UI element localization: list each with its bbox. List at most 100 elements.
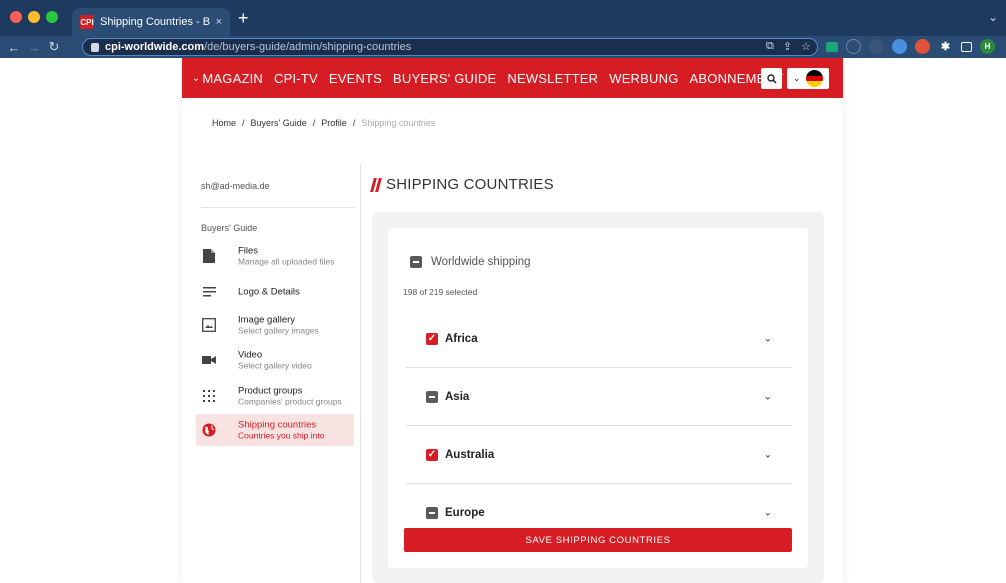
browser-tab[interactable]: CPI Shipping Countries - Buyers G × (72, 8, 230, 36)
page-heading: SHIPPING COUNTRIES (370, 176, 554, 193)
sidebar-item-title: Product groups (238, 385, 303, 397)
extension-green-icon[interactable] (826, 41, 838, 52)
german-flag-icon (805, 70, 823, 87)
save-shipping-countries-button[interactable]: SAVE SHIPPING COUNTRIES (404, 528, 792, 552)
brand-stripes-icon (370, 177, 382, 192)
vertical-divider (360, 164, 361, 583)
maximize-window-button[interactable] (46, 11, 58, 23)
nav-item-werbung[interactable]: WERBUNG (609, 71, 678, 86)
nav-item-cpi-tv[interactable]: CPI-TV (274, 71, 318, 86)
minimize-window-button[interactable] (28, 11, 40, 23)
sidebar-divider (201, 207, 355, 208)
indeterminate-checkbox-icon (410, 256, 422, 268)
indeterminate-checkbox-icon[interactable] (426, 390, 438, 403)
breadcrumb-profile[interactable]: Profile (321, 118, 347, 128)
chevron-down-icon[interactable]: ⌄ (764, 507, 772, 518)
breadcrumb-current: Shipping countries (361, 118, 436, 128)
nav-item-magazin[interactable]: MAGAZIN (202, 71, 263, 86)
new-tab-button[interactable]: + (238, 9, 249, 27)
worldwide-shipping-label: Worldwide shipping (431, 256, 531, 268)
sidebar-item-title: Files (238, 245, 259, 257)
breadcrumb-buyers-guide[interactable]: Buyers' Guide (251, 118, 307, 128)
translate-icon[interactable]: ⧉ (766, 40, 774, 53)
chevron-down-icon[interactable]: ⌄ (764, 449, 772, 460)
indeterminate-checkbox-icon[interactable] (426, 506, 438, 519)
grid-icon (202, 389, 216, 403)
puzzle-icon[interactable]: ✱ (938, 39, 953, 54)
worldwide-shipping-checkbox[interactable]: Worldwide shipping (410, 256, 531, 268)
chevron-down-icon[interactable]: ⌄ (764, 333, 772, 344)
sidebar-item-files[interactable]: Files Manage all uploaded files (196, 240, 354, 272)
chevron-down-icon[interactable]: ⌄ (764, 391, 772, 402)
region-label: Africa (445, 332, 478, 345)
text-lines-icon (202, 285, 216, 299)
region-australia[interactable]: ✓ Australia ⌄ (406, 426, 792, 484)
site-container: ⌄ MAGAZIN CPI-TV EVENTS BUYERS' GUIDE NE… (182, 58, 843, 583)
tab-menu-icon[interactable]: ⌄ (988, 10, 998, 24)
sidebar-item-video[interactable]: Video Select gallery video (196, 344, 354, 376)
back-button[interactable]: ← (4, 40, 24, 55)
forward-button[interactable]: → (24, 40, 44, 55)
nav-item-buyers-guide[interactable]: BUYERS' GUIDE (393, 71, 496, 86)
language-selector[interactable]: ⌄ (787, 68, 829, 89)
tab-title: Shipping Countries - Buyers G (100, 16, 210, 28)
region-label: Australia (445, 448, 495, 461)
url-path: /de/buyers-guide/admin/shipping-countrie… (204, 41, 412, 53)
nav-item-events[interactable]: EVENTS (329, 71, 382, 86)
region-label: Europe (445, 506, 485, 519)
region-asia[interactable]: Asia ⌄ (406, 368, 792, 426)
sidebar-item-subtitle: Countries you ship into (238, 430, 325, 441)
cpi-favicon-icon: CPI (80, 15, 94, 29)
browser-toolbar: ← → ↻ cpi-worldwide.com/de/buyers-guide/… (0, 36, 1006, 58)
extension-outline-icon[interactable] (846, 39, 861, 54)
sidebar-item-shipping-countries[interactable]: Shipping countries Countries you ship in… (196, 414, 354, 446)
sidebar-item-subtitle: Companies' product groups (238, 396, 342, 407)
breadcrumb-home[interactable]: Home (212, 118, 236, 128)
sidebar-item-title: Shipping countries (238, 419, 317, 431)
selected-count: 198 of 219 selected (403, 287, 478, 297)
bookmark-star-icon[interactable]: ☆ (801, 40, 811, 53)
address-bar[interactable]: cpi-worldwide.com/de/buyers-guide/admin/… (82, 38, 818, 56)
video-camera-icon (202, 353, 216, 367)
lock-icon (91, 42, 99, 52)
url-host: cpi-worldwide.com (105, 41, 205, 53)
image-icon (202, 318, 216, 332)
close-tab-icon[interactable]: × (216, 16, 222, 28)
sidebar-heading: Buyers' Guide (201, 223, 258, 233)
checked-checkbox-icon[interactable]: ✓ (426, 448, 438, 461)
region-label: Asia (445, 390, 470, 403)
shipping-card: Worldwide shipping 198 of 219 selected ✓… (388, 228, 808, 568)
extension-dark-icon[interactable] (869, 39, 884, 54)
breadcrumb-separator: / (352, 118, 356, 128)
page-title: SHIPPING COUNTRIES (386, 176, 554, 193)
sidebar-item-product-groups[interactable]: Product groups Companies' product groups (196, 380, 354, 412)
nav-item-newsletter[interactable]: NEWSLETTER (507, 71, 598, 86)
sidebar-item-subtitle: Select gallery images (238, 325, 319, 336)
globe-icon (202, 423, 216, 437)
chevron-down-icon: ⌄ (793, 73, 801, 83)
chevron-down-icon[interactable]: ⌄ (192, 73, 200, 84)
breadcrumb-separator: / (242, 118, 245, 128)
extension-blue-icon[interactable] (892, 39, 907, 54)
breadcrumb-separator: / (312, 118, 316, 128)
sidebar-item-title: Image gallery (238, 314, 296, 326)
sidebar-toggle-icon[interactable] (961, 41, 972, 52)
sidebar-item-title: Logo & Details (238, 286, 300, 298)
checked-checkbox-icon[interactable]: ✓ (426, 332, 438, 345)
sidebar-item-subtitle: Select gallery video (238, 360, 312, 371)
reload-button[interactable]: ↻ (44, 39, 64, 55)
user-email: sh@ad-media.de (201, 181, 270, 191)
extension-red-icon[interactable] (915, 39, 930, 54)
sidebar-item-logo-details[interactable]: Logo & Details (196, 276, 354, 308)
site-navigation: ⌄ MAGAZIN CPI-TV EVENTS BUYERS' GUIDE NE… (182, 58, 843, 98)
share-icon[interactable]: ⇪ (783, 40, 792, 53)
sidebar-item-title: Video (238, 349, 263, 361)
profile-avatar[interactable]: H (980, 39, 995, 54)
sidebar-item-image-gallery[interactable]: Image gallery Select gallery images (196, 309, 354, 341)
search-button[interactable] (761, 68, 782, 89)
browser-tab-bar: CPI Shipping Countries - Buyers G × + ⌄ (0, 0, 1006, 36)
file-icon (202, 249, 216, 263)
close-window-button[interactable] (10, 11, 22, 23)
region-africa[interactable]: ✓ Africa ⌄ (406, 310, 792, 368)
search-icon (766, 73, 777, 84)
